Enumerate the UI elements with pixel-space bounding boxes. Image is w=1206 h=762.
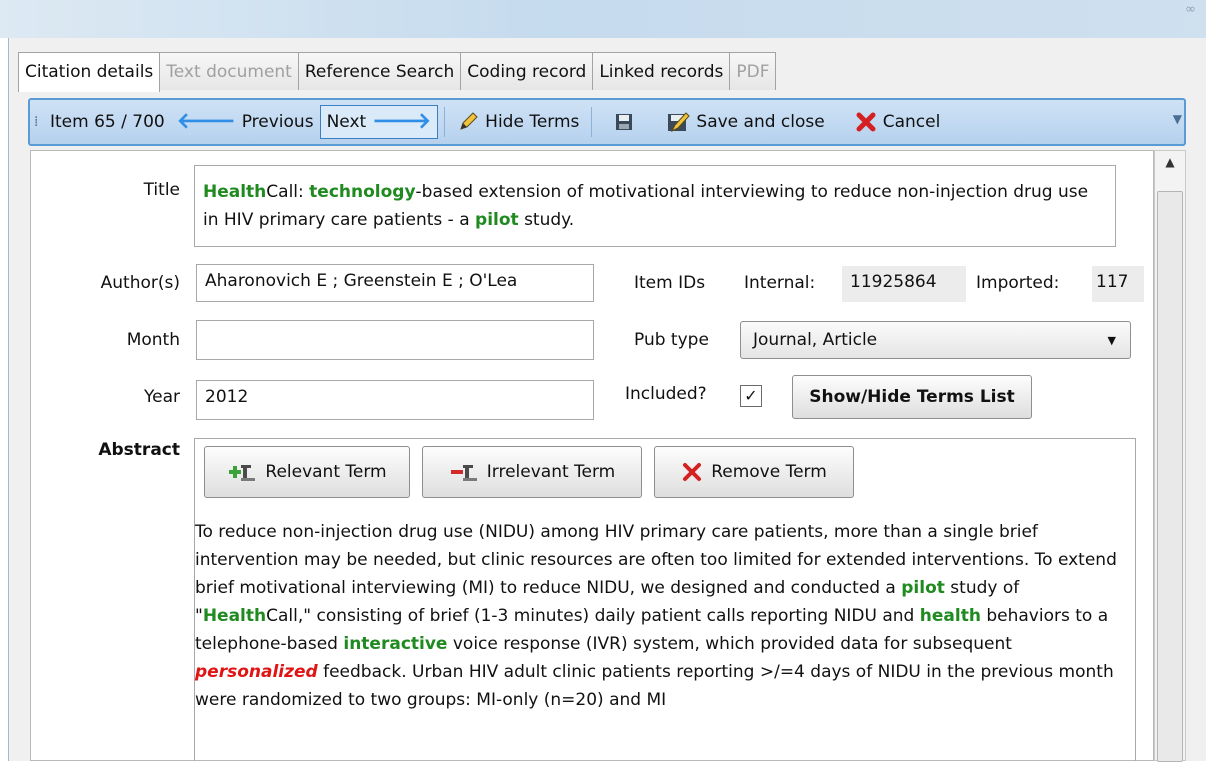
tab-linked-records[interactable]: Linked records <box>592 52 731 90</box>
irrelevant-term-button[interactable]: Irrelevant Term <box>422 446 642 498</box>
month-label: Month <box>126 330 180 350</box>
floppy-disk-icon <box>616 114 633 130</box>
remove-term-label: Remove Term <box>711 462 827 482</box>
year-label: Year <box>144 387 180 407</box>
tab-strip: Citation details Text document Reference… <box>18 52 777 92</box>
item-toolbar: ⁞ Item 65 / 700 🡐 Previous Next 🡒 Hide T… <box>28 98 1186 146</box>
irrelevant-term-highlight: personalized <box>195 662 318 682</box>
toolbar-separator <box>444 107 446 137</box>
toolbar-overflow-icon[interactable]: ▼ <box>1173 112 1182 126</box>
title-label: Title <box>143 180 180 200</box>
imported-id-value: 117 <box>1092 266 1144 302</box>
toolbar-separator <box>591 107 593 137</box>
item-counter: Item 65 / 700 <box>50 112 165 132</box>
toolbar-grip-icon[interactable]: ⁞ <box>34 114 44 130</box>
title-text: Call: <box>266 182 310 202</box>
relevant-term-highlight: pilot <box>901 578 945 598</box>
pub-type-label: Pub type <box>634 330 709 350</box>
pub-type-select[interactable]: Journal, Article ▼ <box>740 321 1131 359</box>
hide-terms-button[interactable]: Hide Terms <box>451 105 585 139</box>
relevant-term-highlight: interactive <box>343 634 448 654</box>
cancel-button[interactable]: Cancel <box>849 105 947 139</box>
window-close-icon[interactable]: ∞ <box>1185 2 1196 17</box>
relevant-term-highlight: pilot <box>475 210 519 230</box>
scroll-thumb[interactable] <box>1157 191 1183 762</box>
year-input[interactable]: 2012 <box>196 380 594 420</box>
authors-label: Author(s) <box>100 273 180 293</box>
included-checkbox[interactable]: ✓ <box>740 385 762 407</box>
scroll-up-icon[interactable]: ▲ <box>1155 155 1185 183</box>
remove-term-button[interactable]: Remove Term <box>654 446 854 498</box>
save-and-close-label: Save and close <box>696 112 825 132</box>
internal-id-label: Internal: <box>744 273 816 293</box>
vertical-scrollbar[interactable]: ▲ <box>1154 150 1186 762</box>
tab-text-document[interactable]: Text document <box>159 52 299 90</box>
pub-type-value: Journal, Article <box>753 330 878 350</box>
next-label: Next <box>326 112 367 132</box>
save-button[interactable] <box>598 105 650 139</box>
relevant-term-label: Relevant Term <box>265 462 387 482</box>
abstract-text-segment: Call," consisting of brief (1-3 minutes)… <box>266 606 920 626</box>
tab-pdf[interactable]: PDF <box>729 52 777 90</box>
imported-id-label: Imported: <box>976 273 1060 293</box>
relevant-term-highlight: technology <box>309 182 416 202</box>
irrelevant-term-label: Irrelevant Term <box>486 462 616 482</box>
next-button[interactable]: Next 🡒 <box>319 105 439 139</box>
abstract-text: To reduce non-injection drug use (NIDU) … <box>195 518 1130 714</box>
title-field[interactable]: HealthCall: technology-based extension o… <box>194 165 1116 247</box>
month-input[interactable] <box>196 320 594 360</box>
item-ids-label: Item IDs <box>634 273 706 293</box>
remove-x-icon <box>683 463 702 481</box>
relevant-term-highlight: Health <box>202 606 267 626</box>
tab-reference-search[interactable]: Reference Search <box>297 52 462 90</box>
arrow-right-icon: 🡒 <box>372 109 432 134</box>
internal-id-value: 11925864 <box>842 266 966 302</box>
tab-citation-details[interactable]: Citation details <box>18 52 161 92</box>
title-text: study. <box>518 210 575 230</box>
relevant-term-highlight: health <box>919 606 981 626</box>
save-and-close-button[interactable]: Save and close <box>660 105 830 139</box>
relevant-term-highlight: Health <box>203 182 267 202</box>
irrelevant-term-icon <box>450 465 477 481</box>
abstract-text-segment: feedback. Urban HIV adult clinic patient… <box>195 662 1114 710</box>
dropdown-caret-icon: ▼ <box>1107 334 1116 347</box>
relevant-term-button[interactable]: Relevant Term <box>204 446 410 498</box>
cancel-x-icon <box>856 112 876 132</box>
arrow-left-icon: 🡐 <box>176 109 236 134</box>
window-titlebar: ∞ <box>0 0 1206 38</box>
abstract-text-segment: voice response (IVR) system, which provi… <box>447 634 1012 654</box>
previous-label: Previous <box>241 112 314 132</box>
previous-button[interactable]: 🡐 Previous <box>171 105 320 139</box>
authors-input[interactable]: Aharonovich E ; Greenstein E ; O'Lea <box>196 264 594 302</box>
cancel-label: Cancel <box>882 112 941 132</box>
add-term-icon <box>229 465 256 481</box>
included-label: Included? <box>625 384 707 404</box>
hide-terms-label: Hide Terms <box>485 112 580 132</box>
pencil-icon <box>460 112 478 130</box>
save-close-icon <box>668 112 691 133</box>
tab-coding-record[interactable]: Coding record <box>460 52 594 90</box>
show-hide-terms-button[interactable]: Show/Hide Terms List <box>792 375 1032 419</box>
abstract-label: Abstract <box>98 440 180 460</box>
